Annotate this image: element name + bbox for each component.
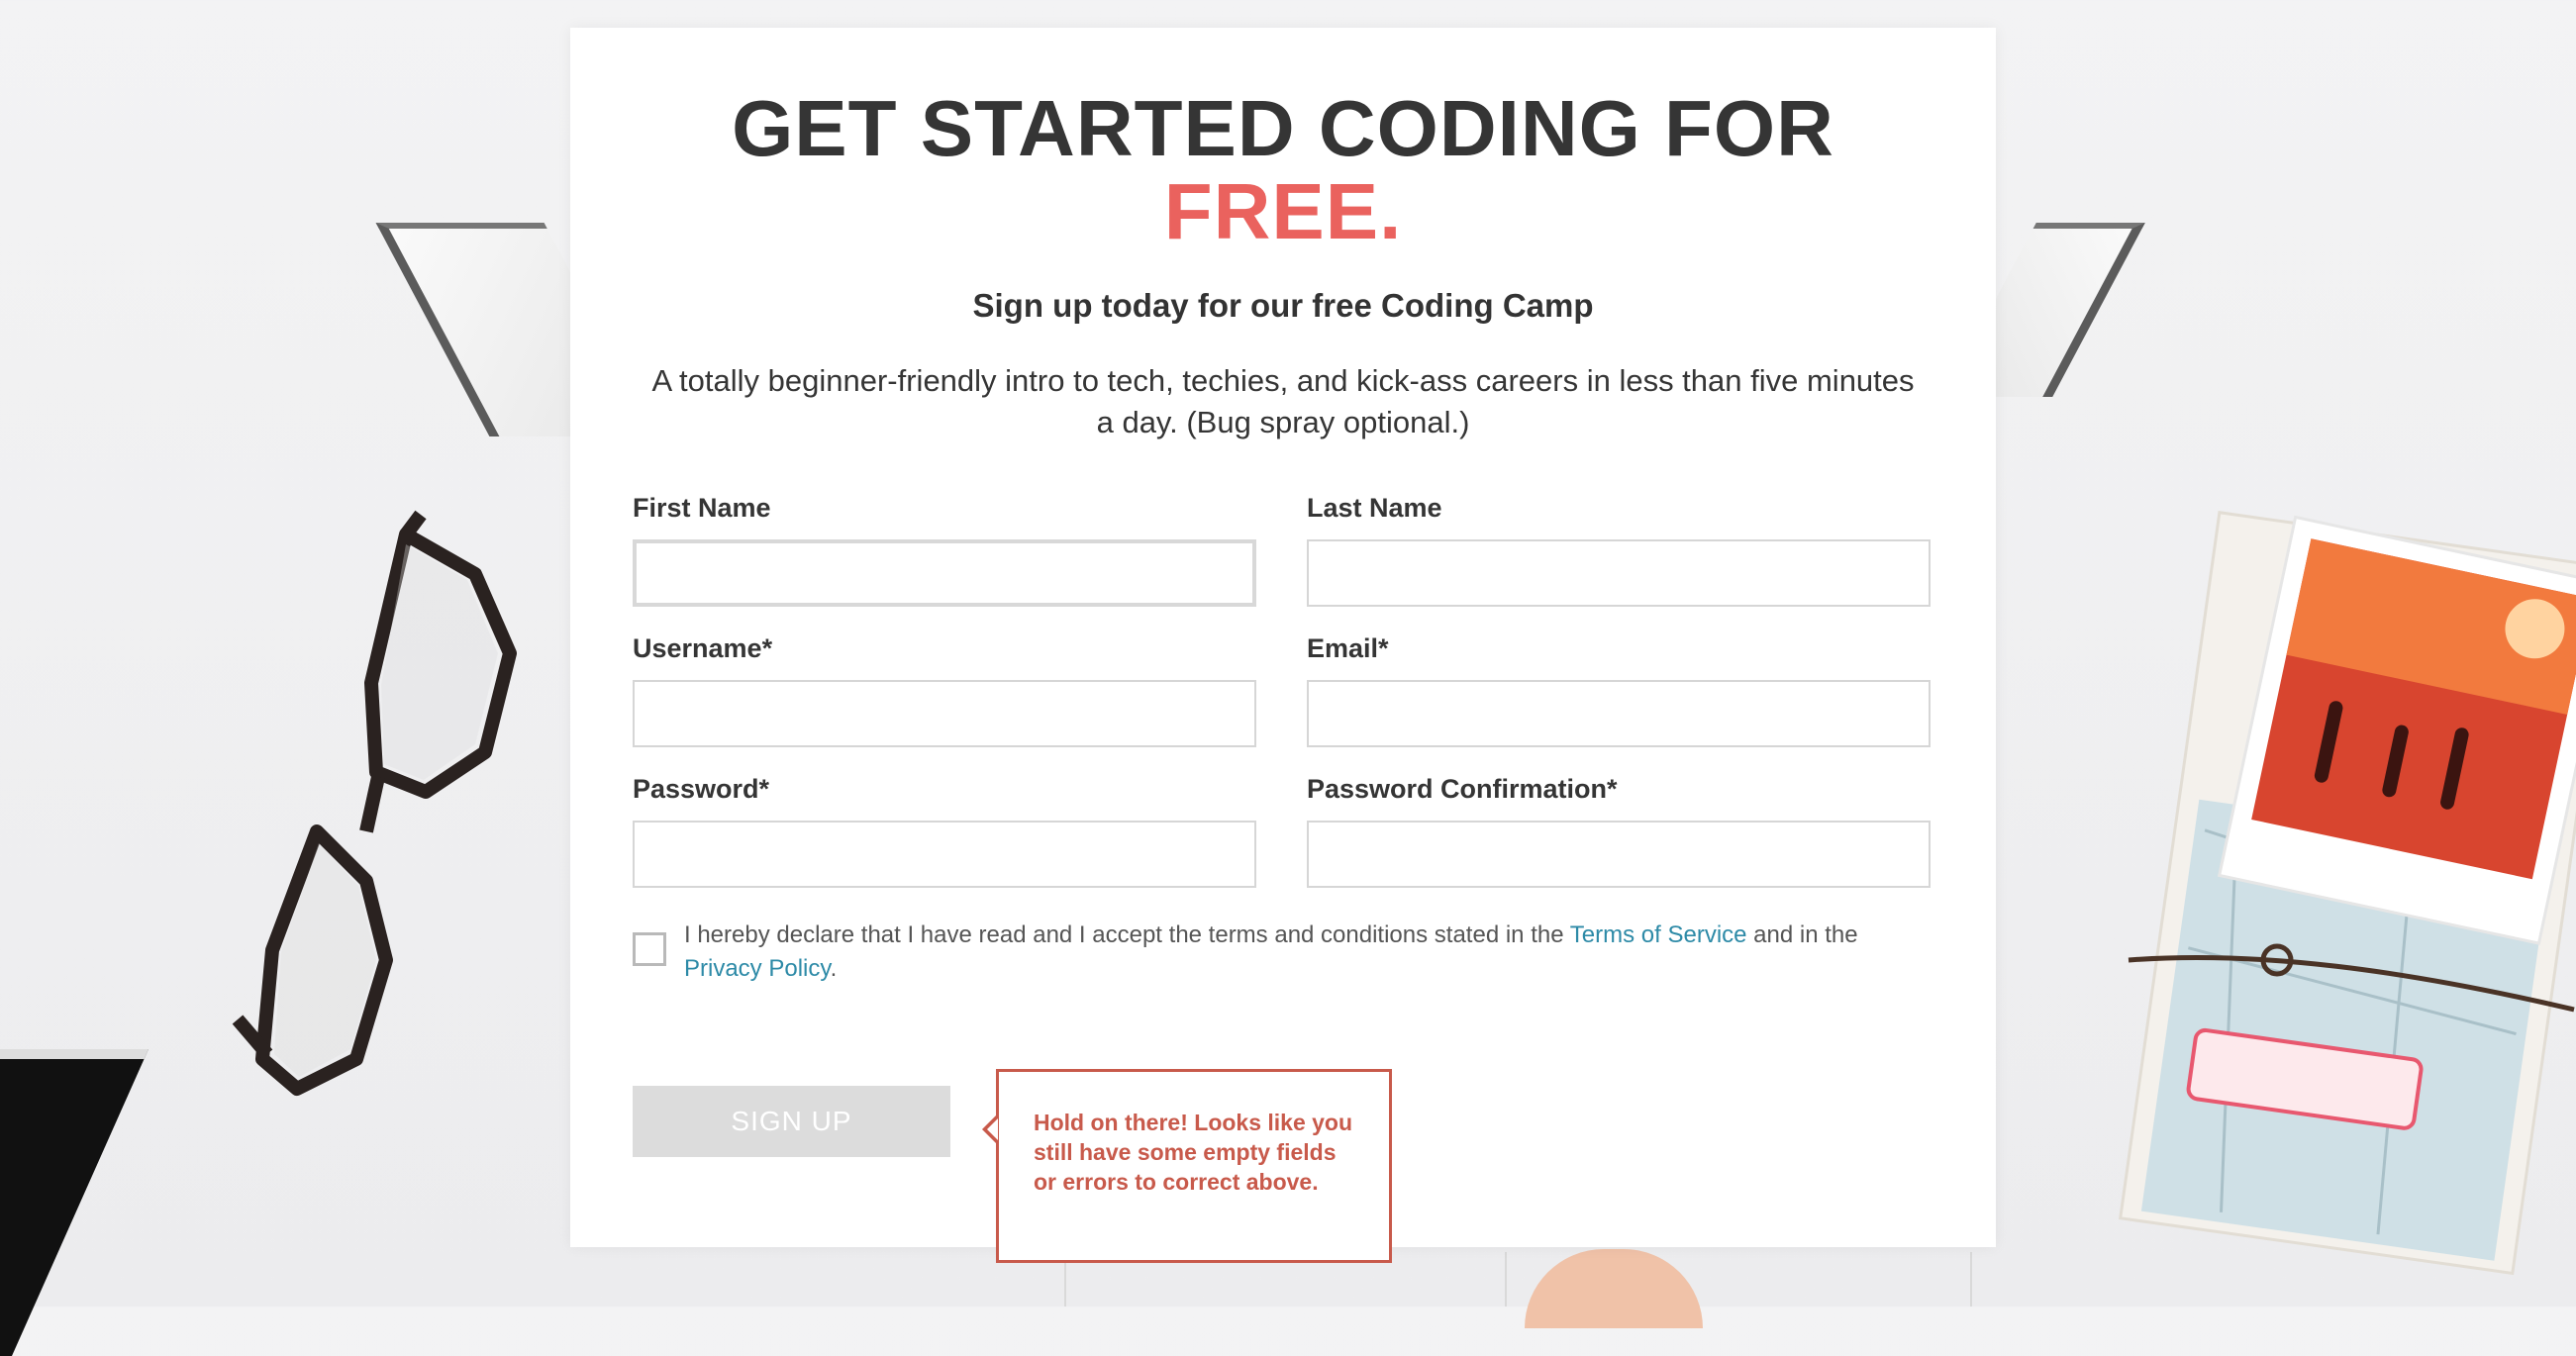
eyeglasses-image bbox=[232, 510, 517, 1096]
username-group: Username* bbox=[633, 633, 1256, 747]
last-name-input[interactable] bbox=[1307, 539, 1931, 607]
password-input[interactable] bbox=[633, 821, 1256, 888]
terms-agreement: I hereby declare that I have read and I … bbox=[633, 919, 1930, 986]
page-description: A totally beginner-friendly intro to tec… bbox=[651, 363, 1915, 439]
title-highlight: FREE. bbox=[1163, 167, 1403, 255]
desk-line bbox=[1970, 1252, 1972, 1307]
first-name-group: First Name bbox=[633, 493, 1256, 607]
tablet-decoration bbox=[0, 1049, 149, 1356]
last-name-group: Last Name bbox=[1307, 493, 1931, 607]
password-label: Password* bbox=[633, 774, 770, 804]
signup-button[interactable]: SIGN UP bbox=[633, 1086, 950, 1157]
username-input[interactable] bbox=[633, 680, 1256, 747]
terms-text: I hereby declare that I have read and I … bbox=[684, 919, 1930, 986]
hand-decoration bbox=[1525, 1249, 1703, 1328]
terms-text-after: . bbox=[830, 955, 838, 982]
password-group: Password* bbox=[633, 774, 1256, 888]
terms-text-before: I hereby declare that I have read and I … bbox=[684, 921, 1570, 948]
password-confirmation-input[interactable] bbox=[1307, 821, 1931, 888]
signup-card: GET STARTED CODING FOR FREE. Sign up tod… bbox=[570, 28, 1996, 1263]
title-line-1: GET STARTED CODING FOR bbox=[732, 84, 1834, 172]
username-label: Username* bbox=[633, 633, 773, 663]
desk-line bbox=[1505, 1252, 1507, 1307]
email-label: Email* bbox=[1307, 633, 1389, 663]
privacy-policy-link[interactable]: Privacy Policy bbox=[684, 955, 831, 982]
page-title: GET STARTED CODING FOR FREE. bbox=[570, 28, 1996, 253]
validation-error-tooltip: Hold on there! Looks like you still have… bbox=[982, 1069, 1392, 1263]
terms-text-middle: and in the bbox=[1746, 921, 1858, 948]
password-confirmation-group: Password Confirmation* bbox=[1307, 774, 1931, 888]
last-name-label: Last Name bbox=[1307, 493, 1442, 523]
terms-of-service-link[interactable]: Terms of Service bbox=[1570, 921, 1747, 948]
first-name-input[interactable] bbox=[633, 539, 1256, 607]
terms-checkbox[interactable] bbox=[633, 932, 666, 966]
first-name-label: First Name bbox=[633, 493, 771, 523]
email-input[interactable] bbox=[1307, 680, 1931, 747]
travel-photos-image bbox=[2119, 511, 2576, 1276]
email-group: Email* bbox=[1307, 633, 1931, 747]
page-subtitle: Sign up today for our free Coding Camp bbox=[972, 287, 1594, 324]
password-confirmation-label: Password Confirmation* bbox=[1307, 774, 1618, 804]
